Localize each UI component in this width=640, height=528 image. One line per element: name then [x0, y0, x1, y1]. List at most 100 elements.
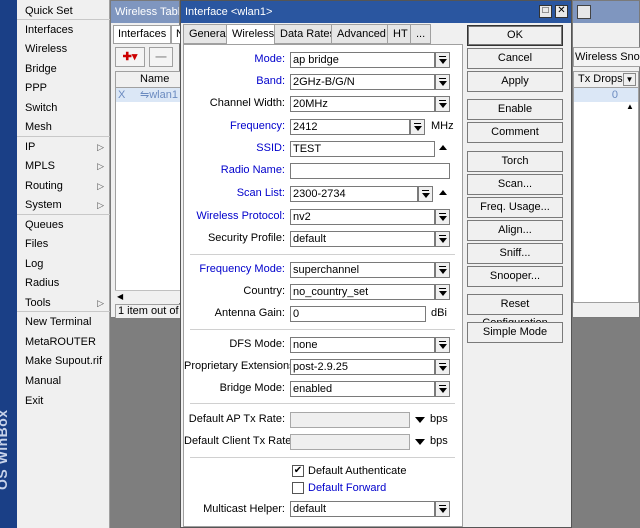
torch-button[interactable]: Torch: [467, 151, 563, 172]
comment-button[interactable]: Comment: [467, 122, 563, 143]
reset-configuration-button[interactable]: Reset Configuration: [467, 294, 563, 329]
security-profile-dropdown-icon[interactable]: [435, 231, 450, 247]
table-row[interactable]: 0: [574, 88, 638, 102]
menu-item-new-terminal[interactable]: New Terminal: [17, 313, 110, 332]
dialog-title[interactable]: Interface <wlan1>: [181, 1, 571, 23]
channel-width-select[interactable]: 20MHz: [290, 96, 435, 112]
menu-item-radius[interactable]: Radius: [17, 274, 110, 293]
default-ap-tx-rate-unit: bps: [430, 413, 448, 425]
brand-strip: OS WinBox: [0, 0, 17, 528]
sniff-button[interactable]: Sniff...: [467, 243, 563, 264]
enable-button[interactable]: Enable: [467, 99, 563, 120]
tab-wireless[interactable]: Wireless: [226, 24, 281, 45]
scroll-left-icon[interactable]: ◀: [117, 292, 123, 301]
menu-item-log[interactable]: Log: [17, 255, 110, 274]
menu-item-files[interactable]: Files: [17, 235, 110, 254]
menu-item-routing[interactable]: Routing ▷: [17, 177, 110, 196]
menu-item-bridge[interactable]: Bridge: [17, 60, 110, 79]
menu-item-mesh[interactable]: Mesh: [17, 118, 110, 137]
freq-usage-button[interactable]: Freq. Usage...: [467, 197, 563, 218]
frequency-input[interactable]: 2412: [290, 119, 410, 135]
menu-item-switch[interactable]: Switch: [17, 99, 110, 118]
snooper-button[interactable]: Snooper...: [467, 266, 563, 287]
security-profile-select[interactable]: default: [290, 231, 435, 247]
restore-icon[interactable]: □: [539, 5, 552, 18]
menu-item-metarouter[interactable]: MetaROUTER: [17, 333, 110, 352]
tab-advanced[interactable]: Advanced: [331, 24, 392, 44]
default-client-tx-rate-input[interactable]: [290, 434, 410, 450]
radio-name-input[interactable]: [290, 163, 450, 179]
antenna-gain-input[interactable]: 0: [290, 306, 426, 322]
bridge-mode-dropdown-icon[interactable]: [435, 381, 450, 397]
ssid-input[interactable]: TEST: [290, 141, 435, 157]
bridge-mode-select[interactable]: enabled: [290, 381, 435, 397]
menu-item-exit[interactable]: Exit: [17, 392, 110, 411]
menu-item-wireless[interactable]: Wireless: [17, 40, 110, 59]
country-dropdown-icon[interactable]: [435, 284, 450, 300]
scan-list-collapse-icon[interactable]: [437, 186, 450, 202]
antenna-gain-unit: dBi: [431, 307, 447, 319]
interfaces-table: Name X ⇋wlan1: [115, 71, 181, 303]
wireless-snooper-window[interactable]: Wireless Snooper Tx Drops ▼ 0 ▲ ▶: [572, 0, 640, 361]
menu-item-label: Tools: [25, 297, 51, 309]
menu-item-system[interactable]: System ▷: [17, 196, 110, 215]
country-select[interactable]: no_country_set: [290, 284, 435, 300]
column-header-name[interactable]: Name: [116, 72, 180, 88]
column-dropdown-icon[interactable]: ▼: [623, 73, 636, 86]
remove-button[interactable]: —: [149, 47, 173, 67]
scan-button[interactable]: Scan...: [467, 174, 563, 195]
apply-button[interactable]: Apply: [467, 71, 563, 92]
menu-item-make-supout-rif[interactable]: Make Supout.rif: [17, 352, 110, 371]
wireless-protocol-select[interactable]: nv2: [290, 209, 435, 225]
default-forward-checkbox[interactable]: [292, 482, 304, 494]
ok-button[interactable]: OK: [467, 25, 563, 46]
column-header-tx-drops[interactable]: Tx Drops ▼: [574, 72, 638, 88]
scroll-up-icon[interactable]: ▲: [626, 102, 634, 111]
band-select[interactable]: 2GHz-B/G/N: [290, 74, 435, 90]
default-ap-tx-rate-dropdown-icon[interactable]: [413, 412, 426, 428]
menu-item-queues[interactable]: Queues: [17, 216, 110, 235]
frequency-mode-select[interactable]: superchannel: [290, 262, 435, 278]
window-title[interactable]: Wireless Tables: [111, 1, 179, 23]
table-row[interactable]: X ⇋wlan1: [116, 88, 180, 102]
proprietary-extensions-dropdown-icon[interactable]: [435, 359, 450, 375]
add-button[interactable]: ✚▾: [115, 47, 145, 67]
ssid-collapse-icon[interactable]: [437, 141, 450, 157]
wireless-protocol-dropdown-icon[interactable]: [435, 209, 450, 225]
channel-width-dropdown-icon[interactable]: [435, 96, 450, 112]
dfs-mode-dropdown-icon[interactable]: [435, 337, 450, 353]
multicast-helper-dropdown-icon[interactable]: [435, 501, 450, 517]
interface-dialog[interactable]: Interface <wlan1> □ ✕ General Wireless D…: [180, 0, 572, 528]
multicast-helper-select[interactable]: default: [290, 501, 435, 517]
horizontal-scrollbar[interactable]: ◀: [115, 290, 181, 303]
mode-dropdown-icon[interactable]: [435, 52, 450, 68]
tab-more[interactable]: ...: [410, 24, 432, 44]
default-client-tx-rate-dropdown-icon[interactable]: [413, 434, 426, 450]
frequency-dropdown-icon[interactable]: [410, 119, 425, 135]
proprietary-extensions-select[interactable]: post-2.9.25: [290, 359, 435, 375]
scan-list-dropdown-icon[interactable]: [418, 186, 433, 202]
mode-select[interactable]: ap bridge: [290, 52, 435, 68]
menu-item-ppp[interactable]: PPP: [17, 79, 110, 98]
menu-item-ip[interactable]: IP ▷: [17, 138, 110, 157]
wireless-tables-window[interactable]: Wireless Tables Interfaces N ✚▾ — Name X…: [110, 0, 189, 319]
default-authenticate-checkbox[interactable]: ✔: [292, 465, 304, 477]
menu-item-interfaces[interactable]: Interfaces: [17, 21, 110, 40]
band-dropdown-icon[interactable]: [435, 74, 450, 90]
simple-mode-button[interactable]: Simple Mode: [467, 322, 563, 343]
window-title-bar[interactable]: [573, 1, 639, 23]
default-ap-tx-rate-input[interactable]: [290, 412, 410, 428]
column-header-label: Tx Drops: [578, 73, 623, 85]
tab-wireless-snooper[interactable]: Wireless Snooper: [573, 47, 640, 67]
frequency-mode-dropdown-icon[interactable]: [435, 262, 450, 278]
window-button[interactable]: [577, 5, 591, 19]
menu-item-manual[interactable]: Manual: [17, 372, 110, 391]
menu-separator: [17, 311, 110, 312]
close-icon[interactable]: ✕: [555, 5, 568, 18]
scan-list-input[interactable]: 2300-2734: [290, 186, 418, 202]
menu-item-mpls[interactable]: MPLS ▷: [17, 157, 110, 176]
dfs-mode-select[interactable]: none: [290, 337, 435, 353]
cancel-button[interactable]: Cancel: [467, 48, 563, 69]
tab-interfaces[interactable]: Interfaces: [113, 25, 172, 44]
align-button[interactable]: Align...: [467, 220, 563, 241]
